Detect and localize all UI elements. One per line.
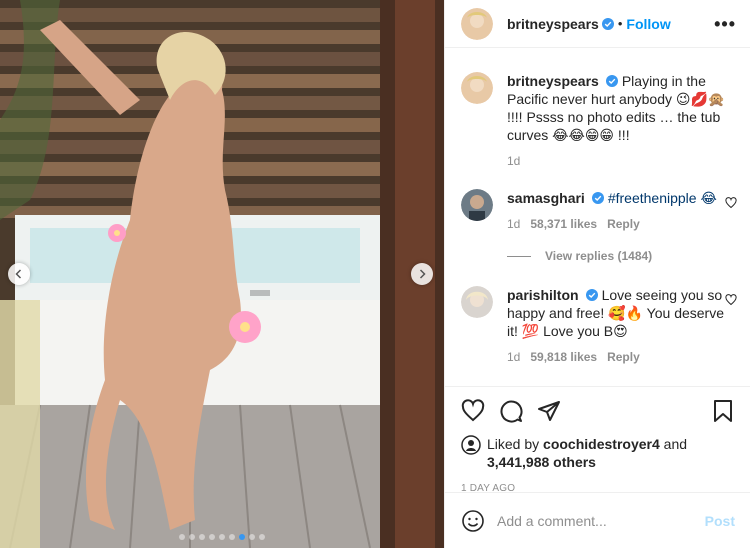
post-comment-button[interactable]: Post [705, 513, 735, 529]
add-comment-input[interactable] [497, 512, 705, 529]
carousel-dot [179, 534, 185, 540]
like-heart-icon[interactable] [461, 399, 485, 423]
carousel-dot [249, 534, 255, 540]
add-comment-bar: Post [445, 492, 750, 548]
verified-badge-icon [605, 75, 618, 87]
carousel-dot [259, 534, 265, 540]
liked-by-user[interactable]: coochidestroyer4 [543, 436, 660, 452]
chevron-right-icon [419, 269, 426, 279]
more-options-button[interactable]: ••• [714, 15, 736, 33]
follow-button[interactable]: Follow [626, 16, 670, 32]
caption-avatar[interactable] [461, 72, 493, 104]
comment-time[interactable]: 1d [507, 217, 520, 231]
liker-avatar[interactable] [461, 435, 481, 455]
like-comment-heart-icon[interactable] [725, 197, 737, 209]
liked-by-row: Liked by coochidestroyer4 and 3,441,988 … [461, 435, 735, 471]
comment-text-block: samasghari #freethenipple 😂 [507, 189, 727, 207]
comment-text[interactable]: #freethenipple 😂 [608, 190, 717, 206]
reply-button[interactable]: Reply [607, 350, 640, 364]
caption-text-block: britneyspears Playing in the Pacific neve… [507, 72, 727, 144]
comment-likes[interactable]: 59,818 likes [530, 350, 597, 364]
comment-text-block: parishilton Love seeing you so happy and … [507, 286, 727, 340]
liked-by-and: and [663, 436, 688, 452]
instagram-post: britneyspears • Follow ••• britneyspears… [0, 0, 750, 548]
carousel-dot [199, 534, 205, 540]
reply-button[interactable]: Reply [607, 217, 640, 231]
post-sidebar: britneyspears • Follow ••• britneyspears… [444, 0, 750, 548]
caption-meta: 1d [507, 154, 727, 168]
previous-slide-button[interactable] [8, 263, 30, 285]
view-replies-label: View replies (1484) [545, 249, 653, 263]
commenter-avatar[interactable] [461, 189, 493, 221]
comments-list: britneyspears Playing in the Pacific neve… [445, 48, 750, 386]
author-username[interactable]: britneyspears [507, 16, 599, 32]
separator-dot: • [617, 16, 623, 31]
next-slide-button[interactable] [411, 263, 433, 285]
comment-bubble-icon[interactable] [499, 399, 523, 423]
commenter-avatar[interactable] [461, 286, 493, 318]
carousel-dot [239, 534, 245, 540]
emoji-icon[interactable] [461, 509, 485, 533]
save-bookmark-icon[interactable] [711, 399, 735, 423]
verified-badge-icon [585, 289, 598, 301]
post-photo[interactable] [0, 0, 444, 548]
comment-item: samasghari #freethenipple 😂 1d 58,371 lik… [461, 189, 737, 231]
comment-likes[interactable]: 58,371 likes [530, 217, 597, 231]
comment-meta: 1d 58,371 likes Reply [507, 217, 727, 231]
comment-meta: 1d 59,818 likes Reply [507, 350, 727, 364]
caption-username[interactable]: britneyspears [507, 73, 599, 89]
comment-time[interactable]: 1d [507, 350, 520, 364]
carousel-indicator [0, 534, 444, 540]
carousel-dot [209, 534, 215, 540]
comment-item: parishilton Love seeing you so happy and … [461, 286, 737, 364]
comment-username[interactable]: samasghari [507, 190, 585, 206]
caption: britneyspears Playing in the Pacific neve… [461, 72, 737, 168]
comment-username[interactable]: parishilton [507, 287, 579, 303]
share-paper-plane-icon[interactable] [537, 399, 561, 423]
replies-divider [507, 255, 531, 257]
verified-badge-icon [601, 17, 614, 30]
action-icons [461, 387, 735, 435]
verified-badge-icon [591, 192, 604, 204]
author-avatar[interactable] [461, 7, 493, 40]
caption-time[interactable]: 1d [507, 154, 520, 168]
carousel-dot [219, 534, 225, 540]
carousel-dot [229, 534, 235, 540]
chevron-left-icon [15, 269, 22, 279]
post-actions: Liked by coochidestroyer4 and 3,441,988 … [445, 386, 750, 494]
like-comment-heart-icon[interactable] [725, 294, 737, 306]
liked-by-others[interactable]: 3,441,988 others [487, 454, 596, 470]
beach-shower-photo [0, 0, 444, 548]
view-replies-button[interactable]: View replies (1484) [507, 249, 652, 263]
post-header: britneyspears • Follow ••• [445, 0, 750, 48]
liked-by-prefix: Liked by [487, 436, 540, 452]
carousel-dot [189, 534, 195, 540]
